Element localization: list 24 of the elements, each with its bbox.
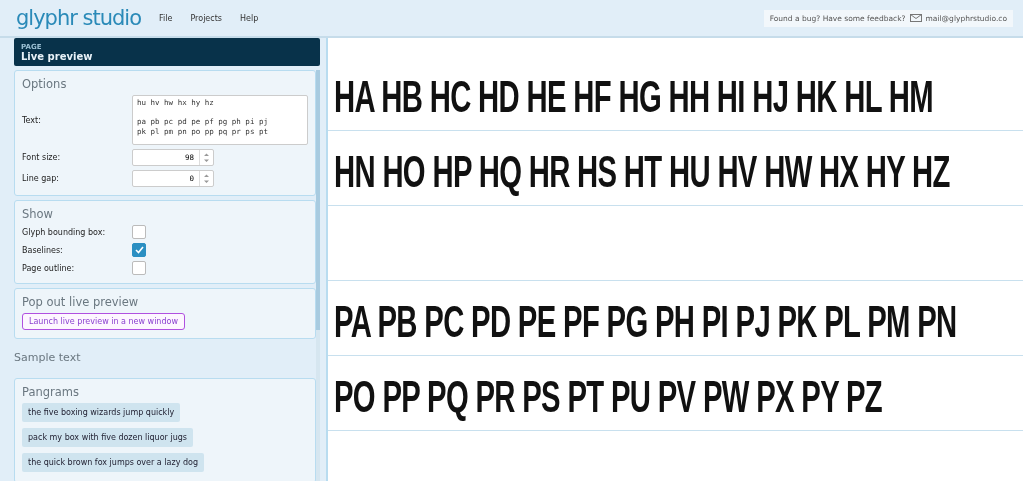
card-title: Pop out live preview [22,295,140,309]
preview-line: HN HO HP HQ HR HS HT HU HV HW HX HY HZ [334,149,950,195]
card-title: Show [22,207,55,221]
menu-item[interactable]: Projects [190,13,222,23]
menu-item[interactable]: File [159,13,173,23]
pangram-button[interactable]: the quick brown fox jumps over a lazy dog [22,453,204,472]
section-title: Sample text [14,350,82,366]
checkbox-label: Glyph bounding box: [22,227,107,237]
pangram-button[interactable]: the five boxing wizards jump quickly [22,403,181,422]
checkbox-label: Baselines: [22,245,64,255]
pangram-button[interactable]: pack my box with five dozen liquor jugs [22,428,193,447]
page-title: Live preview [21,51,94,62]
app-logo: glyphr studio [16,6,142,30]
checkbox-label: Page outline: [22,263,76,273]
preview-line: HA HB HC HD HE HF HG HH HI HJ HK HL HM [334,74,933,120]
field-label: Text: [22,115,42,125]
launch-button[interactable]: Launch live preview in a new window [22,313,185,330]
field-label: Line gap: [22,174,60,183]
preview-line: PO PP PQ PR PS PT PU PV PW PX PY PZ [334,374,882,420]
menu-item[interactable]: Help [240,13,259,23]
preview-line: PA PB PC PD PE PF PG PH PI PJ PK PL PM PN [334,299,957,345]
card-title: Options [22,77,68,91]
field-label: Font size: [22,153,62,162]
card-title: Pangrams [22,385,81,399]
